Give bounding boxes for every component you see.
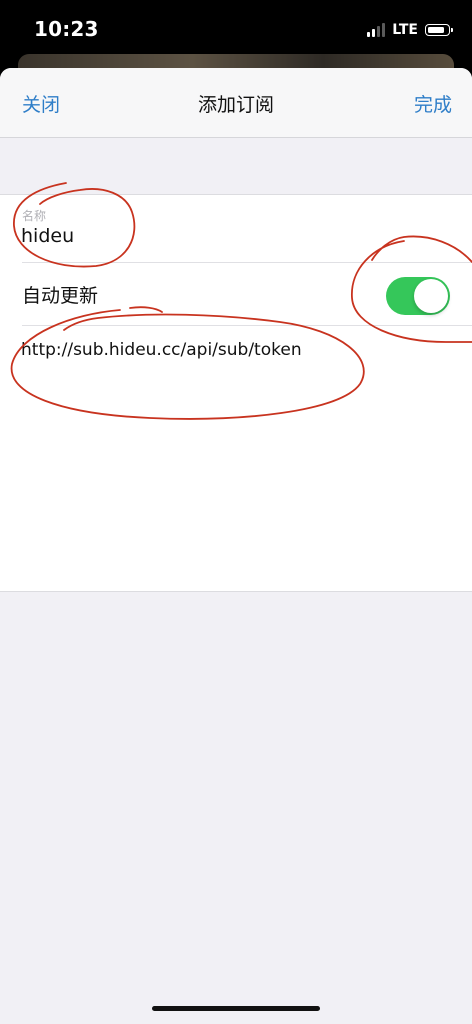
battery-level: [427, 26, 444, 33]
name-label: 名称: [22, 209, 47, 223]
status-time: 10:23: [34, 17, 99, 41]
status-bar: 10:23 LTE: [0, 0, 472, 58]
toggle-knob: [414, 279, 448, 313]
cellular-signal-icon: [367, 23, 386, 37]
auto-update-label: 自动更新: [22, 285, 99, 307]
add-subscription-sheet: 关闭 添加订阅 完成 名称 hideu 自动更新 http://sub.hide…: [0, 68, 472, 1024]
name-field[interactable]: 名称 hideu: [0, 195, 472, 262]
screen: 10:23 LTE 关闭 添加订阅 完成 名称 hideu 自动更新 http:…: [0, 0, 472, 1024]
auto-update-toggle[interactable]: [386, 277, 450, 315]
page-title: 添加订阅: [197, 94, 274, 116]
name-input[interactable]: hideu: [21, 225, 74, 247]
url-field[interactable]: http://sub.hideu.cc/api/sub/token: [0, 326, 472, 591]
subscription-form: 名称 hideu 自动更新 http://sub.hideu.cc/api/su…: [0, 194, 472, 592]
nav-bar: 关闭 添加订阅 完成: [0, 68, 472, 138]
auto-update-row: 自动更新: [0, 263, 472, 325]
done-button[interactable]: 完成: [414, 90, 452, 117]
status-icons: LTE: [367, 20, 453, 40]
battery-icon: [425, 24, 453, 36]
url-input[interactable]: http://sub.hideu.cc/api/sub/token: [21, 340, 302, 360]
network-type: LTE: [392, 22, 418, 38]
home-indicator: [152, 1006, 320, 1011]
